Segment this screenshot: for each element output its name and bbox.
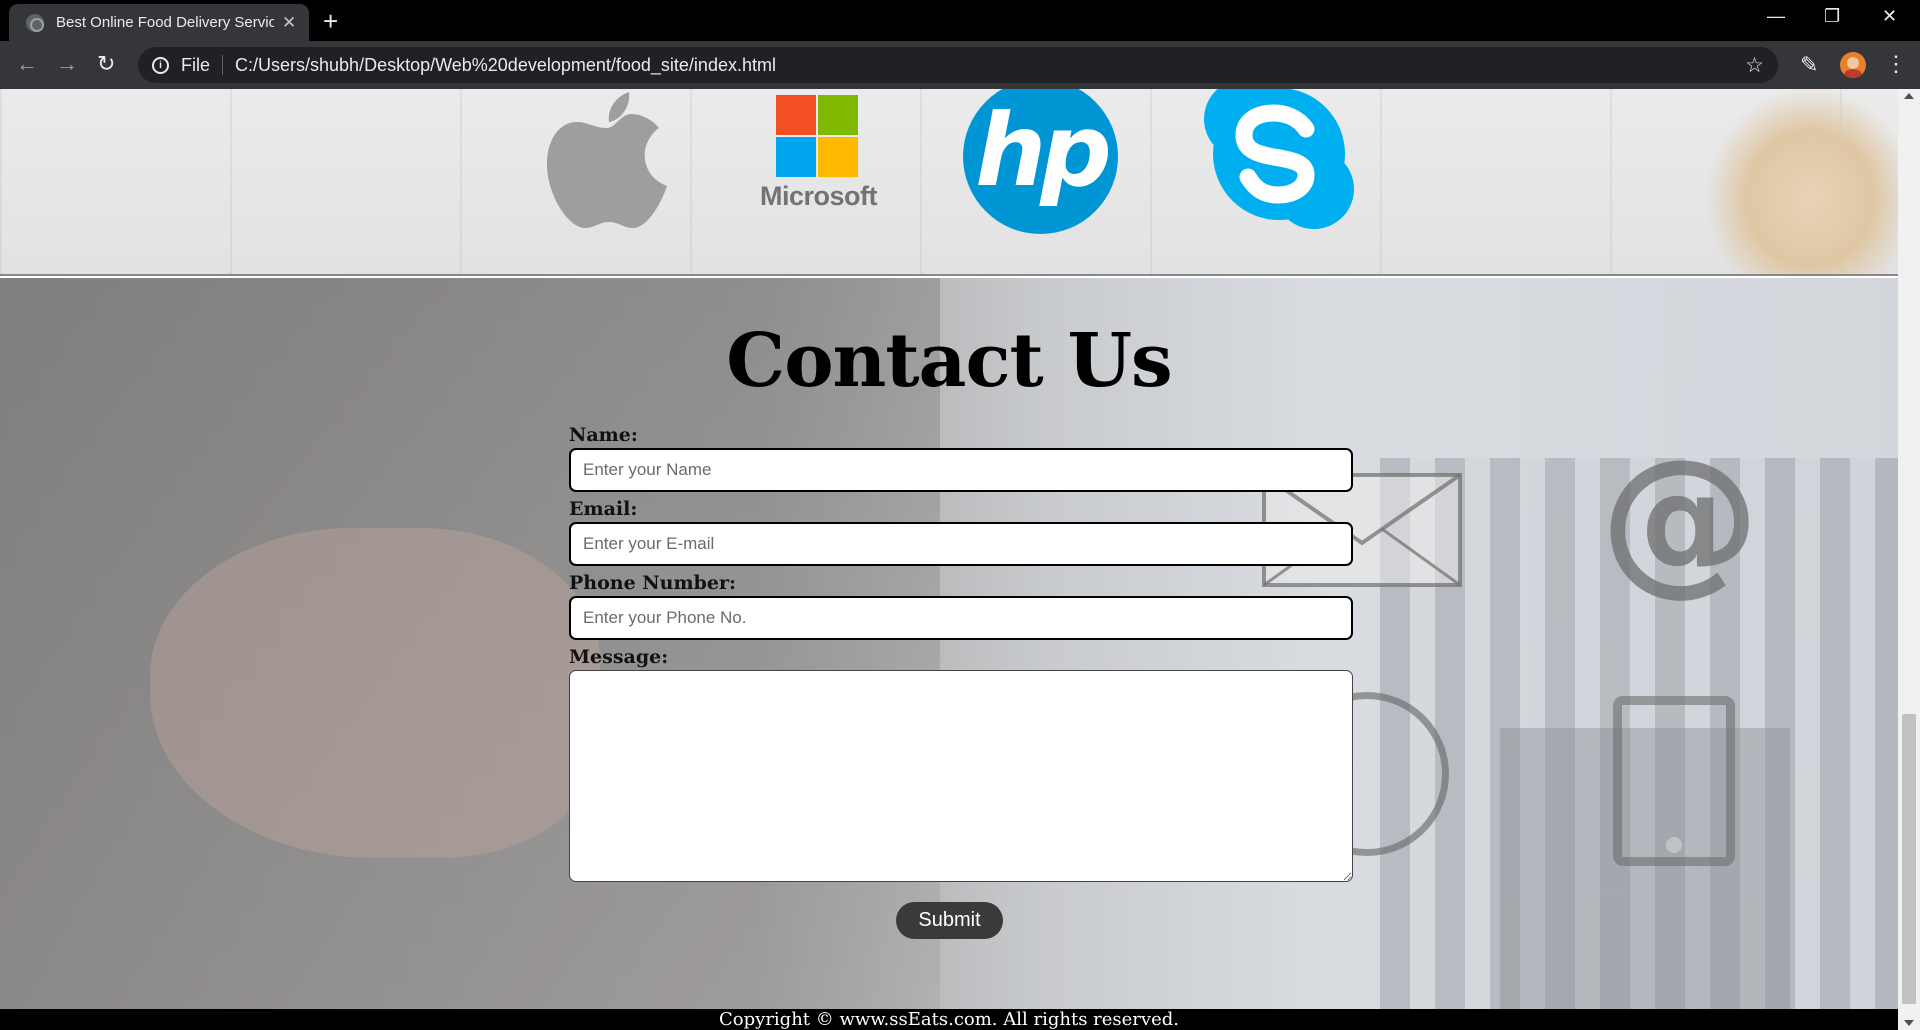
phone-input[interactable] <box>583 608 1351 628</box>
scrollbar-thumb[interactable] <box>1902 714 1916 1004</box>
browser-titlebar: Best Online Food Delivery Service ✕ + — … <box>0 0 1920 41</box>
message-textarea[interactable] <box>569 670 1353 882</box>
skype-logo <box>1204 89 1354 229</box>
scheme-label: File <box>181 54 211 75</box>
hp-logo: hp <box>963 89 1118 234</box>
page-viewport: Microsoft hp @ Contact Us Name: Enter yo… <box>0 89 1898 1030</box>
scroll-up-arrow-icon[interactable] <box>1904 93 1914 99</box>
message-label: Message: <box>569 646 669 668</box>
email-input[interactable] <box>583 534 1351 554</box>
tab-close-icon[interactable]: ✕ <box>282 13 296 33</box>
phone-field-box <box>569 596 1353 640</box>
phone-label: Phone Number: <box>569 572 736 594</box>
new-tab-button[interactable]: + <box>323 6 338 37</box>
forward-arrow-icon[interactable]: → <box>56 51 78 77</box>
restore-button[interactable]: ❐ <box>1824 6 1840 27</box>
name-field-box <box>569 448 1353 492</box>
ms-blue-tile <box>776 137 816 177</box>
clients-strip: Microsoft hp <box>0 89 1898 276</box>
page-scrollbar[interactable] <box>1898 89 1920 1030</box>
back-arrow-icon[interactable]: ← <box>16 51 38 77</box>
close-window-button[interactable]: ✕ <box>1882 6 1897 27</box>
browser-toolbar: ← → ↻ i File C:/Users/shubh/Desktop/Web%… <box>0 41 1920 89</box>
submit-button[interactable]: Submit <box>896 902 1003 939</box>
browser-menu-icon[interactable]: ⋮ <box>1885 51 1907 77</box>
at-sign-icon: @ <box>1600 424 1760 611</box>
email-field-box <box>569 522 1353 566</box>
browser-tab[interactable]: Best Online Food Delivery Service ✕ <box>9 4 309 41</box>
address-bar[interactable]: i File C:/Users/shubh/Desktop/Web%20deve… <box>138 47 1778 83</box>
microsoft-wordmark: Microsoft <box>760 181 878 211</box>
url-text[interactable]: C:/Users/shubh/Desktop/Web%20development… <box>235 55 776 76</box>
tablet-icon <box>1613 696 1735 866</box>
bookmark-star-icon[interactable]: ☆ <box>1745 53 1764 78</box>
info-icon[interactable]: i <box>152 56 169 74</box>
microsoft-logo: Microsoft <box>760 95 878 215</box>
ms-yellow-tile <box>818 137 858 177</box>
contact-title: Contact Us <box>726 318 1172 404</box>
extensions-puzzle-icon[interactable]: ✎ <box>1800 52 1818 78</box>
apple-logo <box>547 92 667 228</box>
ms-red-tile <box>776 95 816 135</box>
name-input[interactable] <box>583 460 1351 480</box>
profile-avatar[interactable] <box>1840 52 1866 78</box>
contact-section: @ Contact Us Name: Email: Phone Number: … <box>0 278 1898 1009</box>
footer-copyright: Copyright © www.ssEats.com. All rights r… <box>0 1009 1898 1030</box>
tab-title: Best Online Food Delivery Service <box>56 14 274 31</box>
omnibox-divider <box>222 55 224 75</box>
reload-icon[interactable]: ↻ <box>97 51 115 77</box>
minimize-button[interactable]: — <box>1767 6 1785 27</box>
email-label: Email: <box>569 498 638 520</box>
hp-wordmark: hp <box>975 92 1112 209</box>
contact-form: Name: Email: Phone Number: Message: <box>569 424 1353 882</box>
name-label: Name: <box>569 424 638 446</box>
tablet-home-button <box>1666 837 1682 853</box>
ms-green-tile <box>818 95 858 135</box>
globe-icon <box>26 13 44 32</box>
scroll-down-arrow-icon[interactable] <box>1904 1020 1914 1026</box>
